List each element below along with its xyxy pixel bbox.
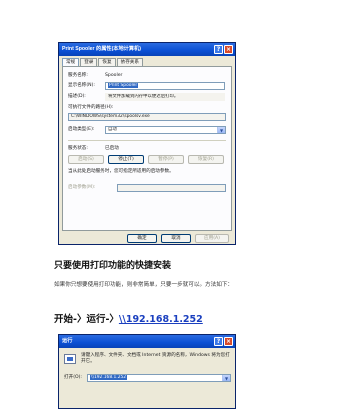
chevron-down-icon[interactable]: ▼ bbox=[217, 127, 225, 133]
display-name-value: Print Spooler bbox=[108, 83, 139, 88]
chevron-down-icon[interactable]: ▼ bbox=[222, 375, 230, 381]
run-program-icon bbox=[64, 354, 76, 364]
display-name-label: 显示名称(N): bbox=[68, 83, 95, 88]
dialog-title: Print Spooler 的属性(本地计算机) bbox=[62, 46, 141, 52]
exe-path-value: C:\WINDOWS\system32\spoolsv.exe bbox=[71, 114, 150, 119]
separator bbox=[68, 140, 226, 141]
tab-bar: 常规 登录 恢复 依存关系 bbox=[62, 58, 144, 67]
service-properties-dialog: Print Spooler 的属性(本地计算机) ? × 常规 登录 恢复 依存… bbox=[58, 42, 236, 245]
pause-button[interactable]: 暂停(P) bbox=[148, 155, 184, 164]
run-prompt: 请键入程序、文件夹、文档或 Internet 资源的名称，Windows 将为您… bbox=[81, 353, 230, 364]
resume-button[interactable]: 恢复(R) bbox=[188, 155, 224, 164]
section-heading: 只要使用打印功能的快捷安装 bbox=[54, 261, 172, 271]
service-status-label: 服务状态: bbox=[68, 146, 88, 151]
startup-params-label: 启动参数(M): bbox=[68, 185, 96, 190]
startup-type-value: 自动 bbox=[108, 127, 117, 132]
service-name-label: 服务名称: bbox=[68, 73, 88, 78]
ok-button[interactable]: 确定 bbox=[127, 234, 157, 243]
run-title: 运行 bbox=[62, 338, 73, 344]
tab-recovery[interactable]: 恢复 bbox=[98, 58, 116, 66]
stop-button[interactable]: 停止(T) bbox=[108, 155, 144, 164]
body-paragraph: 如果你只想要使用打印功能，则非常简单，只要一步就可以。方法如下： bbox=[54, 282, 234, 288]
tab-dependencies[interactable]: 依存关系 bbox=[116, 58, 143, 66]
startup-params-field[interactable] bbox=[117, 184, 226, 192]
startup-type-label: 启动类型(E): bbox=[68, 127, 95, 132]
startup-type-select[interactable]: 自动 ▼ bbox=[105, 126, 226, 134]
service-status-value: 已启动 bbox=[105, 146, 119, 151]
startup-params-hint: 当从此处启动服务时，您可指定所适用的启动参数。 bbox=[68, 169, 174, 174]
help-icon[interactable]: ? bbox=[214, 45, 223, 54]
run-title-bar[interactable]: 运行 bbox=[59, 335, 235, 348]
description-value: 将文件加载到内存中以便迟后打印。 bbox=[108, 94, 179, 99]
run-path-link[interactable]: \\192.168.1.252 bbox=[119, 314, 203, 325]
display-name-field[interactable]: Print Spooler bbox=[105, 82, 225, 90]
close-icon[interactable]: × bbox=[224, 45, 233, 54]
description-label: 描述(D): bbox=[68, 94, 86, 99]
run-instruction: 开始-〉运行-〉\\192.168.1.252 bbox=[54, 311, 203, 325]
dialog-title-bar[interactable]: Print Spooler 的属性(本地计算机) bbox=[59, 43, 235, 56]
help-icon[interactable]: ? bbox=[214, 337, 223, 346]
exe-path-field: C:\WINDOWS\system32\spoolsv.exe bbox=[68, 113, 226, 121]
apply-button[interactable]: 应用(A) bbox=[195, 234, 229, 243]
tab-logon[interactable]: 登录 bbox=[80, 58, 98, 66]
cancel-button[interactable]: 取消 bbox=[161, 234, 191, 243]
close-icon[interactable]: × bbox=[224, 337, 233, 346]
open-label: 打开(O): bbox=[64, 375, 82, 380]
general-tab-panel: 服务名称: Spooler 显示名称(N): Print Spooler 描述(… bbox=[62, 66, 232, 231]
open-input[interactable]: \\192.168.1.252 ▼ bbox=[87, 374, 231, 382]
run-dialog: 运行 ? × 请键入程序、文件夹、文档或 Internet 资源的名称，Wind… bbox=[58, 334, 236, 409]
start-button[interactable]: 启动(S) bbox=[68, 155, 104, 164]
service-name-value: Spooler bbox=[105, 73, 123, 78]
description-field[interactable]: 将文件加载到内存中以便迟后打印。 bbox=[105, 93, 225, 101]
open-input-value: \\192.168.1.252 bbox=[90, 375, 128, 380]
exe-path-label: 可执行文件的路径(H): bbox=[68, 105, 114, 110]
run-prefix: 开始-〉运行-〉 bbox=[54, 314, 119, 325]
